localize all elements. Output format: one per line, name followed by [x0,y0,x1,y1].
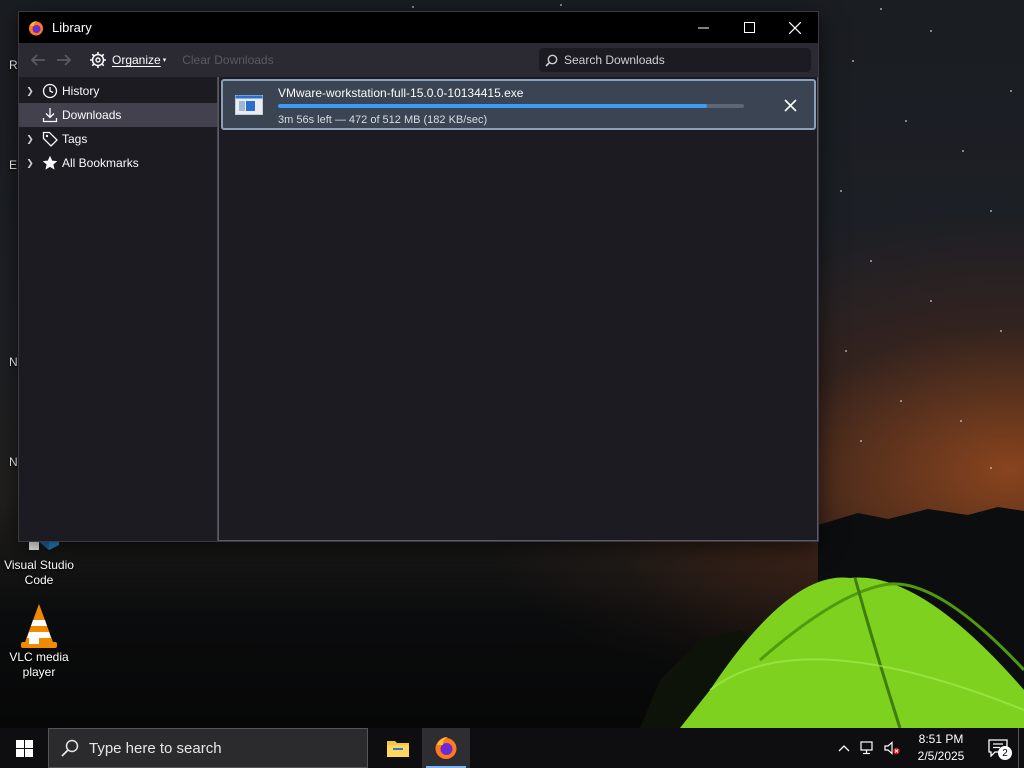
system-tray: 8:51 PM 2/5/2025 2 [832,728,1024,768]
sidebar-item-label: History [62,84,100,98]
chevron-down-icon: ▾ [162,57,167,64]
sidebar-item-label: Tags [62,132,88,146]
action-center-button[interactable]: 2 [978,728,1018,768]
folder-icon [387,741,409,757]
window-titlebar[interactable]: Library [19,12,818,43]
arrow-right-icon [57,54,72,66]
clock-icon [41,82,59,100]
show-desktop-button[interactable] [1018,728,1024,768]
desktop-icon-label: Visual Studio Code [4,558,74,587]
sidebar-item-tags[interactable]: ❯ Tags [19,127,217,151]
close-button[interactable] [772,12,818,43]
download-filename: VMware-workstation-full-15.0.0-10134415.… [278,86,524,100]
search-downloads-input[interactable]: Search Downloads [539,48,811,72]
forward-button[interactable] [51,47,77,73]
desktop-icon-label-partial: N [9,355,18,369]
clear-downloads-button[interactable]: Clear Downloads [182,53,273,67]
chevron-right-icon[interactable]: ❯ [19,158,41,169]
maximize-icon [743,22,755,33]
downloads-list: VMware-workstation-full-15.0.0-10134415.… [218,77,818,541]
minimize-icon [697,27,709,29]
chevron-right-icon[interactable]: ❯ [19,134,41,145]
vlc-icon [15,602,63,648]
chevron-up-icon [838,745,850,752]
start-button[interactable] [0,728,48,768]
firefox-icon [435,737,457,759]
sidebar-item-label: All Bookmarks [62,156,139,170]
sidebar-item-all-bookmarks[interactable]: ❯ All Bookmarks [19,151,217,175]
desktop-icon-label-partial: R [9,58,18,72]
arrow-left-icon [30,54,45,66]
download-icon [41,106,59,124]
desktop-icon-vlc[interactable]: VLC media player [1,602,77,680]
desktop-icon-label: VLC media player [9,650,69,679]
desktop-icon-label-partial: E [9,158,18,172]
taskbar-search-box[interactable]: Type here to search [48,728,368,768]
library-toolbar: Organize ▾ Clear Downloads Search Downlo… [19,43,818,77]
tag-icon [41,130,59,148]
gear-icon [90,52,106,68]
library-window: Library Organize ▾ Clear Downloads Searc… [18,11,819,542]
volume-button[interactable] [880,728,904,768]
taskbar-clock[interactable]: 8:51 PM 2/5/2025 [904,731,978,765]
taskbar-firefox[interactable] [422,728,470,768]
show-hidden-icons-button[interactable] [832,728,856,768]
cancel-download-button[interactable] [778,93,802,117]
desktop-icon-label-partial: N [9,455,18,469]
sidebar-item-label: Downloads [62,108,122,122]
window-title: Library [52,20,92,35]
organize-label: Organize [112,53,161,67]
search-placeholder: Search Downloads [564,53,665,67]
download-status: 3m 56s left — 472 of 512 MB (182 KB/sec) [278,114,488,126]
taskbar-search-placeholder: Type here to search [89,739,222,757]
sidebar-item-downloads[interactable]: Downloads [19,103,217,127]
back-button[interactable] [25,47,51,73]
close-icon [789,21,801,34]
firefox-icon [29,20,43,35]
search-icon [61,739,79,757]
organize-menu-button[interactable]: Organize ▾ [89,51,166,69]
executable-file-icon [235,95,263,115]
star-icon [41,154,59,172]
clock-date: 2/5/2025 [917,749,965,763]
download-progress-fill [278,104,707,108]
library-sidebar: ❯ History Downloads ❯ Tags ❯ All Bookmar… [19,77,218,541]
search-icon [545,54,558,67]
chevron-right-icon[interactable]: ❯ [19,86,41,97]
network-icon [860,741,873,755]
close-icon [783,98,797,112]
tent-image [640,577,1024,728]
sidebar-item-history[interactable]: ❯ History [19,79,217,103]
volume-muted-icon [884,741,900,755]
download-progress-bar [278,104,744,108]
download-item[interactable]: VMware-workstation-full-15.0.0-10134415.… [221,79,816,130]
clock-time: 8:51 PM [918,732,964,746]
windows-logo-icon [15,739,33,757]
notification-count-badge: 2 [998,746,1012,760]
taskbar-file-explorer[interactable] [374,728,422,768]
maximize-button[interactable] [726,12,772,43]
network-button[interactable] [856,728,880,768]
minimize-button[interactable] [680,12,726,43]
taskbar: Type here to search 8:51 PM 2/5/2025 2 [0,728,1024,768]
